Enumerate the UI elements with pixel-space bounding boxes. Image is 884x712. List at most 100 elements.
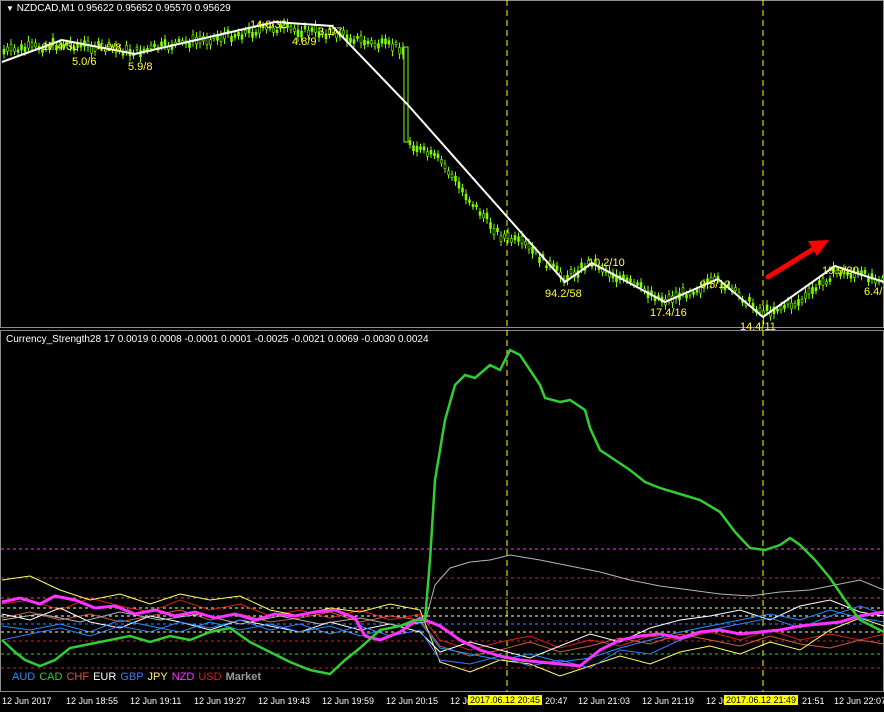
indicator-panel-title: Currency_Strength28 17 0.0019 0.0008 -0.… <box>6 334 429 345</box>
candle-body <box>468 199 471 203</box>
candle-body <box>804 292 807 299</box>
candle-body <box>310 27 314 32</box>
candle-body <box>629 278 632 283</box>
legend-nzd[interactable]: NZD <box>172 671 195 683</box>
time-tick: 12 Jun 19:11 <box>130 696 182 706</box>
candle-body <box>492 228 496 236</box>
candle-body <box>517 236 520 242</box>
legend-gbp[interactable]: GBP <box>120 671 143 683</box>
zigzag-label: 6.4/ <box>864 286 883 298</box>
candle-body <box>765 304 769 311</box>
candle-body <box>307 30 310 36</box>
candle-body <box>825 281 828 285</box>
indicator-info: Currency_Strength28 17 0.0019 0.0008 -0.… <box>6 334 429 345</box>
candle-body <box>391 43 394 52</box>
time-tick: 12 Jun 21:03 <box>578 696 631 706</box>
candle-body <box>90 46 93 54</box>
candle-body <box>545 265 548 269</box>
candle-body <box>748 296 751 302</box>
candle-body <box>758 307 762 313</box>
market-label: Market <box>225 671 262 683</box>
time-tick: 12 Jun 22:07 <box>834 696 884 706</box>
candle-body <box>447 170 450 175</box>
legend-cad[interactable]: CAD <box>39 671 62 683</box>
dropdown-triangle-icon[interactable]: ▼ <box>6 4 14 13</box>
candle-body <box>797 299 800 306</box>
time-tick: 20:47 <box>545 696 568 706</box>
candle-body <box>2 48 6 55</box>
legend-usd[interactable]: USD <box>198 671 221 683</box>
candle-body <box>293 27 296 32</box>
candle-body <box>450 173 454 178</box>
time-tick: 12 Jun 2017 <box>2 696 52 706</box>
candle-body <box>16 49 20 53</box>
candle-body <box>160 41 163 47</box>
candle-body <box>867 277 870 283</box>
candle-body <box>153 43 156 48</box>
currency-legend: AUD CAD CHF EUR GBP JPY NZD USD Market <box>12 671 265 683</box>
candle-body <box>527 243 531 250</box>
candle-body <box>314 25 317 33</box>
candle-body <box>685 294 688 299</box>
candle-body <box>209 39 212 46</box>
candle-body <box>881 277 884 281</box>
candle-body <box>251 32 254 38</box>
candle-body <box>419 146 422 150</box>
candle-body <box>356 35 359 39</box>
zigzag-label: 10.2/10 <box>588 257 625 269</box>
candle-body <box>440 159 443 164</box>
candle-body <box>580 262 583 269</box>
candle-body <box>786 300 790 305</box>
candle-body <box>520 236 524 244</box>
zigzag-label: 3.1/7 <box>318 26 342 38</box>
time-tick: 12 Jun 19:59 <box>322 696 375 706</box>
legend-aud[interactable]: AUD <box>12 671 35 683</box>
candle-body <box>380 38 384 44</box>
candle-body <box>125 45 128 52</box>
candle-body <box>205 37 209 45</box>
candle-body <box>821 278 825 286</box>
legend-jpy[interactable]: JPY <box>148 671 168 683</box>
candle-body <box>394 42 398 46</box>
symbol-info: NZDCAD,M1 0.95622 0.95652 0.95570 0.9562… <box>16 3 231 14</box>
zigzag-label: 9.5/12 <box>700 279 731 291</box>
time-tick: 12 Jun 18:55 <box>66 696 119 706</box>
candle-body <box>639 282 643 288</box>
candle-body <box>244 30 247 34</box>
candle-body <box>471 204 475 208</box>
candle-body <box>793 303 797 307</box>
candle-body <box>9 43 13 51</box>
zigzag-label: 14.4/11 <box>740 321 776 333</box>
crosshair-time-label-2: 2017.06.12 21:49 <box>724 695 799 705</box>
candle-body <box>524 241 527 246</box>
time-axis: 12 Jun 2017 12 Jun 18:55 12 Jun 19:11 12… <box>0 692 884 712</box>
candle-body <box>387 40 391 45</box>
candle-body <box>457 181 461 189</box>
candle-body <box>23 46 27 52</box>
candle-body <box>366 40 370 45</box>
candle-body <box>219 35 223 42</box>
time-tick: 21:51 <box>802 696 825 706</box>
candle-body <box>828 278 832 282</box>
price-panel-title: ▼ NZDCAD,M1 0.95622 0.95652 0.95570 0.95… <box>6 3 231 14</box>
candle-body <box>461 187 464 193</box>
candle-body <box>377 43 380 49</box>
candle-body <box>188 42 191 48</box>
candle-body <box>776 308 779 312</box>
time-tick: 12 Jun 19:43 <box>258 696 311 706</box>
candle-body <box>478 211 482 216</box>
zigzag-label: 5.0/6 <box>72 56 96 68</box>
legend-chf[interactable]: CHF <box>66 671 89 683</box>
candle-body <box>163 39 167 46</box>
legend-eur[interactable]: EUR <box>93 671 116 683</box>
time-tick: 12 Jun 20:15 <box>386 696 439 706</box>
candle-body <box>342 29 345 35</box>
zigzag-label: 17.4/30 <box>42 41 79 53</box>
candle-body <box>569 269 573 274</box>
candle-body <box>482 213 485 219</box>
candle-body <box>135 46 139 50</box>
candle-body <box>408 140 412 145</box>
zigzag-label: 5.9/8 <box>128 61 152 73</box>
candle-body <box>433 152 436 157</box>
chart-canvas[interactable]: 17.4/30 5.0/6 4.0/8 5.9/8 14.6/32 4.8/9 … <box>0 0 884 712</box>
